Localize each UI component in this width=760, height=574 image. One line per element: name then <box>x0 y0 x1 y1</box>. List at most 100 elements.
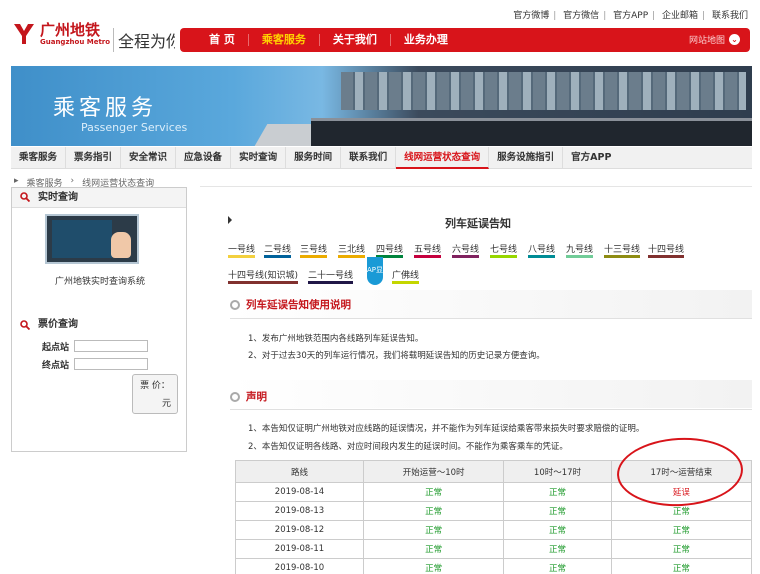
line-color-bar <box>414 255 442 258</box>
line-tab[interactable]: 二十一号线 <box>308 268 354 284</box>
price-display: 票 价： 元 <box>132 374 178 414</box>
ticket-title: 票价查询 <box>38 319 78 330</box>
section2-header: 声明 <box>230 389 267 404</box>
page: { "top_links":["官方微博","官方微信","官方APP","企业… <box>0 0 760 574</box>
subnav-facilities[interactable]: 服务设施指引 <box>489 146 564 169</box>
section2-item: 1、本告知仅证明广州地铁对应线路的延误情况，并不能作为列车延误给乘客带来损失时要… <box>248 424 645 434</box>
sidebar: 实时查询 广州地铁实时查询系统 票价查询 起点站 终点站 票 价： 元 <box>11 187 187 452</box>
link-weibo[interactable]: 官方微博 <box>513 11 549 21</box>
realtime-system-image[interactable] <box>45 214 139 264</box>
sitemap-link[interactable]: 网站地图 ⌄ <box>689 33 740 46</box>
line-color-bar <box>528 255 556 258</box>
banner-subtitle: Passenger Services <box>81 121 188 134</box>
table-row: 2019-08-10 正常 正常 正常 <box>235 558 753 574</box>
circle-bullet-icon <box>230 299 240 310</box>
line-tab[interactable]: 广佛线 <box>392 268 420 284</box>
divider <box>200 186 752 187</box>
brand-name-en: Guangzhou Metro <box>40 38 111 46</box>
slogan: 全程为你 <box>113 28 175 52</box>
banner: 乘客服务 Passenger Services <box>11 66 752 146</box>
divider <box>230 409 752 410</box>
ap-badge[interactable]: AP显 <box>367 257 383 285</box>
status-cell: 正常 <box>362 482 505 502</box>
line-tab[interactable]: 四号线 <box>376 242 404 258</box>
nav-about[interactable]: 关于我们 <box>320 28 390 52</box>
search-icon <box>20 320 30 330</box>
circle-bullet-icon <box>230 391 240 402</box>
nav-home[interactable]: 首 页 <box>196 28 248 52</box>
line-tab[interactable]: 三北线 <box>338 242 366 258</box>
line-tab[interactable]: 六号线 <box>452 242 480 258</box>
section1-item: 1、发布广州地铁范围内各线路列车延误告知。 <box>248 334 424 344</box>
brand-logo[interactable]: 广州地铁 Guangzhou Metro <box>12 22 110 46</box>
line-color-bar <box>228 281 299 284</box>
line-tab[interactable]: 十四号线 <box>648 242 685 258</box>
status-cell: 正常 <box>610 520 753 540</box>
link-wechat[interactable]: 官方微信 <box>563 11 599 21</box>
status-cell: 正常 <box>362 539 505 559</box>
control-room-wall-image <box>341 72 746 110</box>
realtime-screen <box>52 220 112 258</box>
status-cell: 正常 <box>503 520 612 540</box>
line-tab[interactable]: 七号线 <box>490 242 518 258</box>
subnav-contact[interactable]: 联系我们 <box>341 146 397 169</box>
metro-logo-icon <box>14 24 34 44</box>
line-tab[interactable]: 十四号线(知识城) <box>228 268 299 284</box>
subnav-network-status[interactable]: 线网运营状态查询 <box>396 146 490 169</box>
line-color-bar <box>264 255 292 258</box>
date-cell: 2019-08-11 <box>235 539 364 559</box>
subnav-app[interactable]: 官方APP <box>563 147 619 169</box>
table-row: 2019-08-12 正常 正常 正常 <box>235 520 753 540</box>
realtime-system-label[interactable]: 广州地铁实时查询系统 <box>12 274 188 287</box>
link-app[interactable]: 官方APP <box>613 11 648 21</box>
line-color-bar <box>392 281 420 284</box>
subnav-ticket-guide[interactable]: 票务指引 <box>66 146 122 169</box>
status-cell: 正常 <box>362 558 505 574</box>
nav-passenger-service[interactable]: 乘客服务 <box>249 28 319 52</box>
date-cell: 2019-08-13 <box>235 501 364 521</box>
status-cell: 正常 <box>503 558 612 574</box>
line-tab[interactable]: 十三号线 <box>604 242 641 258</box>
date-cell: 2019-08-12 <box>235 520 364 540</box>
status-cell: 正常 <box>610 558 753 574</box>
status-cell: 正常 <box>503 539 612 559</box>
line-tab[interactable]: 三号线 <box>300 242 328 258</box>
banner-title: 乘客服务 <box>53 96 158 121</box>
status-cell: 正常 <box>503 501 612 521</box>
line-tab[interactable]: 一号线 <box>228 242 256 258</box>
subnav-realtime[interactable]: 实时查询 <box>231 146 287 169</box>
link-contact[interactable]: 联系我们 <box>712 11 748 21</box>
hand-icon <box>111 232 131 258</box>
top-links: 官方微博 | 官方微信 | 官方APP | 企业邮箱 | 联系我们 <box>513 11 748 21</box>
search-icon <box>20 192 30 202</box>
line-color-bar <box>300 255 328 258</box>
bullet-icon <box>228 216 232 224</box>
subnav-emergency[interactable]: 应急设备 <box>176 146 232 169</box>
section1-title: 列车延误告知使用说明 <box>246 299 351 311</box>
realtime-title: 实时查询 <box>38 192 78 203</box>
price-unit: 元 <box>161 399 171 409</box>
line-color-bar <box>604 255 641 258</box>
line-color-bar <box>566 255 594 258</box>
line-tab[interactable]: 九号线 <box>566 242 594 258</box>
control-room-desk-image <box>311 118 752 146</box>
realtime-header: 实时查询 <box>12 188 186 208</box>
from-label: 起点站 <box>42 343 70 353</box>
subnav-passenger[interactable]: 乘客服务 <box>11 146 67 169</box>
line-tab[interactable]: 五号线 <box>414 242 442 258</box>
line-tab[interactable]: 二号线 <box>264 242 292 258</box>
line-color-bar <box>452 255 480 258</box>
table-header: 10时～17时 <box>503 460 612 483</box>
line-tab[interactable]: 八号线 <box>528 242 556 258</box>
nav-business[interactable]: 业务办理 <box>391 28 461 52</box>
section1-header: 列车延误告知使用说明 <box>230 297 351 312</box>
from-station-input[interactable] <box>74 340 148 352</box>
subnav-safety[interactable]: 安全常识 <box>121 146 177 169</box>
to-station-input[interactable] <box>74 358 148 370</box>
ticket-header: 票价查询 <box>12 316 186 334</box>
link-mail[interactable]: 企业邮箱 <box>662 11 698 21</box>
status-cell: 正常 <box>362 520 505 540</box>
page-title: 列车延误告知 <box>445 217 511 230</box>
main-nav: 首 页 乘客服务 关于我们 业务办理 网站地图 ⌄ <box>180 28 750 52</box>
subnav-service-time[interactable]: 服务时间 <box>286 146 342 169</box>
